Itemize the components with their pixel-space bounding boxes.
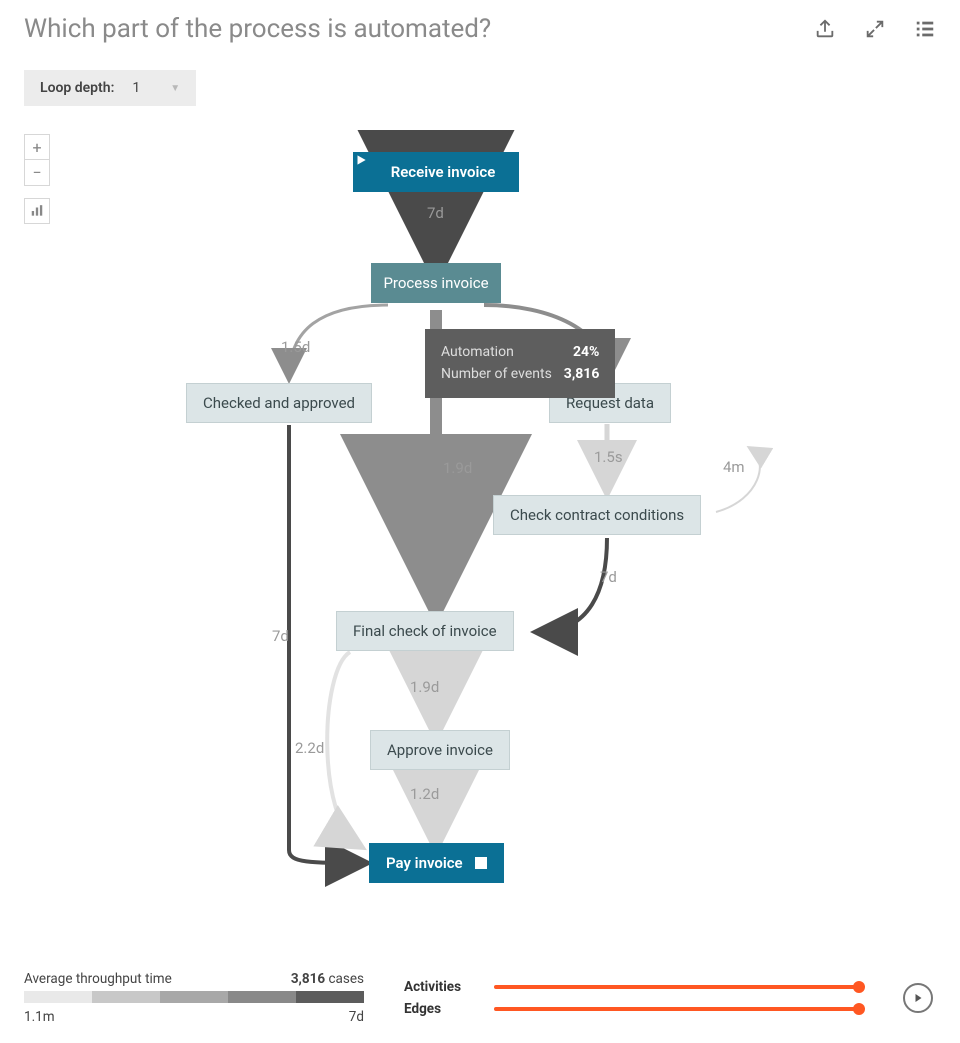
slider-handle-icon[interactable]	[853, 981, 865, 993]
node-label: Checked and approved	[203, 394, 355, 412]
legend-cases: 3,816 cases	[291, 971, 364, 987]
node-label: Approve invoice	[387, 741, 493, 759]
legend-title: Average throughput time	[24, 971, 172, 987]
legend-gradient	[24, 991, 364, 1003]
tooltip-events-label: Number of events	[441, 363, 552, 385]
node-pay-invoice[interactable]: Pay invoice	[369, 843, 504, 883]
tooltip: Automation 24% Number of events 3,816	[425, 329, 615, 398]
tooltip-automation-value: 24%	[573, 341, 599, 363]
sub-controls: Loop depth: 1 ▼	[0, 54, 960, 114]
node-label: Final check of invoice	[353, 622, 497, 640]
activities-slider[interactable]	[494, 985, 860, 989]
node-check-contract[interactable]: Check contract conditions	[493, 495, 701, 535]
node-receive-invoice[interactable]: Receive invoice	[353, 152, 519, 192]
legend-max: 7d	[349, 1009, 364, 1025]
loop-depth-dropdown[interactable]: Loop depth: 1 ▼	[24, 70, 196, 106]
loop-depth-value: 1	[132, 80, 140, 96]
edges-slider[interactable]	[494, 1007, 860, 1011]
play-button-wrap	[900, 983, 936, 1013]
tooltip-events-value: 3,816	[564, 363, 600, 385]
page-title: Which part of the process is automated?	[24, 14, 491, 44]
expand-icon[interactable]	[864, 18, 886, 40]
slider-panel: Activities Edges	[404, 973, 860, 1023]
node-process-invoice[interactable]: Process invoice	[371, 263, 501, 303]
node-final-check[interactable]: Final check of invoice	[336, 611, 514, 651]
edges-layer	[0, 130, 960, 910]
tooltip-automation-label: Automation	[441, 341, 514, 363]
share-icon[interactable]	[814, 18, 836, 40]
chevron-down-icon: ▼	[170, 83, 180, 94]
legend-min: 1.1m	[24, 1009, 55, 1025]
header-actions	[814, 18, 936, 40]
throughput-legend: Average throughput time 3,816 cases 1.1m…	[24, 971, 364, 1025]
node-label: Check contract conditions	[510, 506, 684, 524]
page-header: Which part of the process is automated?	[0, 0, 960, 54]
slider-label-edges: Edges	[404, 1001, 476, 1017]
node-label: Process invoice	[383, 274, 488, 292]
node-checked-approved[interactable]: Checked and approved	[186, 383, 372, 423]
end-square-icon	[475, 857, 487, 869]
animate-play-button[interactable]	[903, 983, 933, 1013]
node-approve-invoice[interactable]: Approve invoice	[370, 730, 510, 770]
footer-bar: Average throughput time 3,816 cases 1.1m…	[0, 971, 960, 1043]
slider-handle-icon[interactable]	[853, 1003, 865, 1015]
node-label: Pay invoice	[386, 854, 463, 872]
node-label: Receive invoice	[391, 163, 496, 181]
loop-depth-label: Loop depth:	[40, 80, 114, 96]
slider-label-activities: Activities	[404, 979, 476, 995]
attributes-list-icon[interactable]	[914, 18, 936, 40]
process-diagram[interactable]: 7d 1.5d 1.1d 1.9d 1.5s 4m 7d 7d 1.9d 2.2…	[0, 130, 960, 890]
